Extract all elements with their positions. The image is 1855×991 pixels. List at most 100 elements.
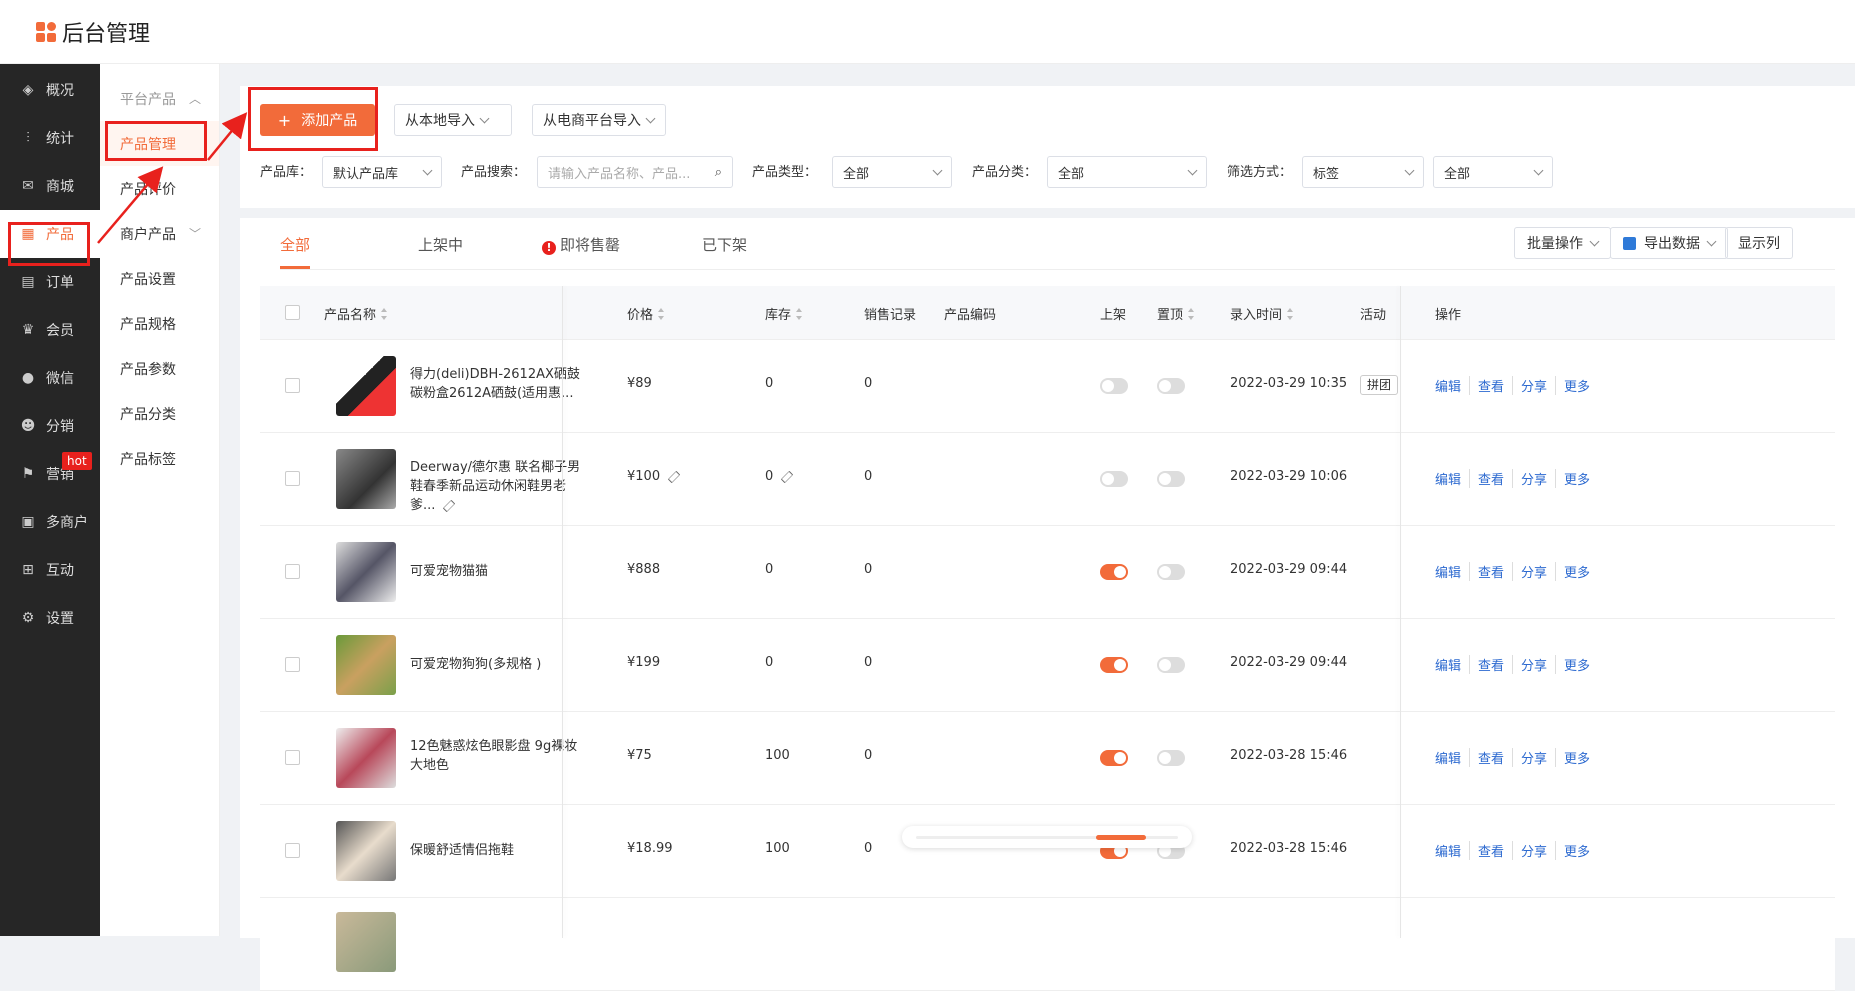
search-input[interactable]: 请输入产品名称、产品... ⌕ [537, 156, 733, 188]
subnav-item-product-reviews[interactable]: 产品评价 [100, 166, 219, 211]
subnav-item-product-categories[interactable]: 产品分类 [100, 391, 219, 436]
subnav-item-product-tags[interactable]: 产品标签 [100, 436, 219, 481]
edit-link[interactable]: 编辑 [1435, 841, 1471, 860]
sidebar-item-distribution[interactable]: ☻ 分销 [0, 402, 100, 450]
row-checkbox[interactable] [285, 471, 300, 486]
edit-link[interactable]: 编辑 [1435, 655, 1471, 674]
row-checkbox[interactable] [285, 378, 300, 393]
share-link[interactable]: 分享 [1513, 376, 1557, 395]
view-link[interactable]: 查看 [1470, 562, 1514, 581]
edit-pencil-icon[interactable] [667, 470, 681, 483]
col-stock[interactable]: 库存 [765, 304, 803, 323]
type-select[interactable]: 全部 [832, 156, 952, 188]
subnav-group-merchant[interactable]: 商户产品 ﹀ [100, 211, 219, 256]
on-shelf-toggle[interactable] [1100, 564, 1128, 580]
col-time[interactable]: 录入时间 [1230, 304, 1294, 323]
view-link[interactable]: 查看 [1470, 655, 1514, 674]
more-link[interactable]: 更多 [1556, 562, 1598, 581]
edit-link[interactable]: 编辑 [1435, 562, 1471, 581]
subnav-item-product-specs[interactable]: 产品规格 [100, 301, 219, 346]
view-link[interactable]: 查看 [1470, 841, 1514, 860]
product-thumbnail [336, 449, 396, 509]
product-stock: 100 [765, 841, 790, 856]
view-link[interactable]: 查看 [1470, 469, 1514, 488]
batch-actions-button[interactable]: 批量操作 [1514, 227, 1611, 259]
tab-off-shelf[interactable]: 已下架 [702, 234, 747, 255]
more-link[interactable]: 更多 [1556, 655, 1598, 674]
filter-mode-label: 筛选方式： [1227, 165, 1293, 180]
on-shelf-toggle[interactable] [1100, 750, 1128, 766]
view-link[interactable]: 查看 [1470, 376, 1514, 395]
edit-link[interactable]: 编辑 [1435, 748, 1471, 767]
sidebar-item-members[interactable]: ♛ 会员 [0, 306, 100, 354]
product-name[interactable]: 保暖舒适情侣拖鞋 [410, 841, 590, 860]
crown-icon: ♛ [21, 322, 35, 338]
pin-toggle[interactable] [1157, 564, 1185, 580]
sidebar-item-marketing[interactable]: ⚑ 营销 hot [0, 450, 100, 498]
share-link[interactable]: 分享 [1513, 841, 1557, 860]
sidebar-item-overview[interactable]: ◈ 概况 [0, 66, 100, 114]
import-platform-button[interactable]: 从电商平台导入 [532, 104, 666, 136]
filter-value-select[interactable]: 全部 [1433, 156, 1553, 188]
on-shelf-toggle[interactable] [1100, 657, 1128, 673]
on-shelf-toggle[interactable] [1100, 471, 1128, 487]
sidebar-item-wechat[interactable]: ● 微信 [0, 354, 100, 402]
col-pin[interactable]: 置顶 [1157, 304, 1195, 323]
share-link[interactable]: 分享 [1513, 655, 1557, 674]
product-name[interactable]: 得力(deli)DBH-2612AX硒鼓 碳粉盒2612A硒鼓(适用惠... [410, 365, 590, 403]
more-link[interactable]: 更多 [1556, 841, 1598, 860]
select-all-checkbox[interactable] [285, 305, 300, 320]
tab-on-sale[interactable]: 上架中 [418, 234, 463, 255]
app-logo[interactable]: 后台管理 [36, 16, 150, 48]
edit-pencil-icon[interactable] [443, 499, 456, 512]
product-name[interactable]: 可爱宠物狗狗(多规格 ) [410, 655, 590, 674]
sidebar-item-interaction[interactable]: ⊞ 互动 [0, 546, 100, 594]
edit-link[interactable]: 编辑 [1435, 469, 1471, 488]
export-data-button[interactable]: 导出数据 [1610, 227, 1728, 259]
product-name[interactable]: 12色魅惑炫色眼影盘 9g裸妆大地色 [410, 737, 590, 775]
pin-toggle[interactable] [1157, 378, 1185, 394]
subnav-group-platform[interactable]: 平台产品 ︿ [100, 76, 219, 121]
import-local-button[interactable]: 从本地导入 [394, 104, 512, 136]
filter-mode-select[interactable]: 标签 [1302, 156, 1424, 188]
row-actions: 编辑 查看 分享 更多 [1435, 562, 1598, 581]
more-link[interactable]: 更多 [1556, 748, 1598, 767]
library-select[interactable]: 默认产品库 [322, 156, 442, 188]
on-shelf-toggle[interactable] [1100, 378, 1128, 394]
view-link[interactable]: 查看 [1470, 748, 1514, 767]
row-checkbox[interactable] [285, 657, 300, 672]
table-row: 12色魅惑炫色眼影盘 9g裸妆大地色 ¥75 100 0 2022-03-28 15:4… [260, 712, 1835, 805]
subnav-item-product-settings[interactable]: 产品设置 [100, 256, 219, 301]
scroll-thumb[interactable] [1096, 835, 1146, 840]
product-name[interactable]: 可爱宠物猫猫 [410, 562, 590, 581]
apps-icon: ⊞ [22, 562, 34, 578]
edit-link[interactable]: 编辑 [1435, 376, 1471, 395]
col-name[interactable]: 产品名称 [324, 304, 388, 323]
tab-all[interactable]: 全部 [280, 234, 310, 255]
sidebar-item-merchants[interactable]: ▣ 多商户 [0, 498, 100, 546]
category-select[interactable]: 全部 [1047, 156, 1207, 188]
store-icon: ▣ [21, 514, 35, 530]
share-link[interactable]: 分享 [1513, 469, 1557, 488]
tab-low-stock[interactable]: ! 即将售罄 [542, 234, 620, 255]
sidebar-item-settings[interactable]: ⚙ 设置 [0, 594, 100, 642]
more-link[interactable]: 更多 [1556, 376, 1598, 395]
row-checkbox[interactable] [285, 750, 300, 765]
col-price[interactable]: 价格 [627, 304, 665, 323]
more-link[interactable]: 更多 [1556, 469, 1598, 488]
show-columns-button[interactable]: 显示列 [1725, 227, 1793, 259]
sidebar-item-mall[interactable]: ✉ 商城 [0, 162, 100, 210]
pin-toggle[interactable] [1157, 750, 1185, 766]
share-link[interactable]: 分享 [1513, 748, 1557, 767]
pin-toggle[interactable] [1157, 471, 1185, 487]
share-link[interactable]: 分享 [1513, 562, 1557, 581]
row-checkbox[interactable] [285, 564, 300, 579]
sidebar-item-stats[interactable]: ⫶ 统计 [0, 114, 100, 162]
pin-toggle[interactable] [1157, 657, 1185, 673]
horizontal-scrollbar[interactable] [902, 826, 1192, 848]
row-checkbox[interactable] [285, 843, 300, 858]
product-name[interactable]: Deerway/德尔惠 联名椰子男鞋春季新品运动休闲鞋男老爹... [410, 458, 590, 515]
edit-pencil-icon[interactable] [781, 470, 794, 483]
subnav-item-product-params[interactable]: 产品参数 [100, 346, 219, 391]
category-label: 产品分类： [972, 165, 1038, 180]
